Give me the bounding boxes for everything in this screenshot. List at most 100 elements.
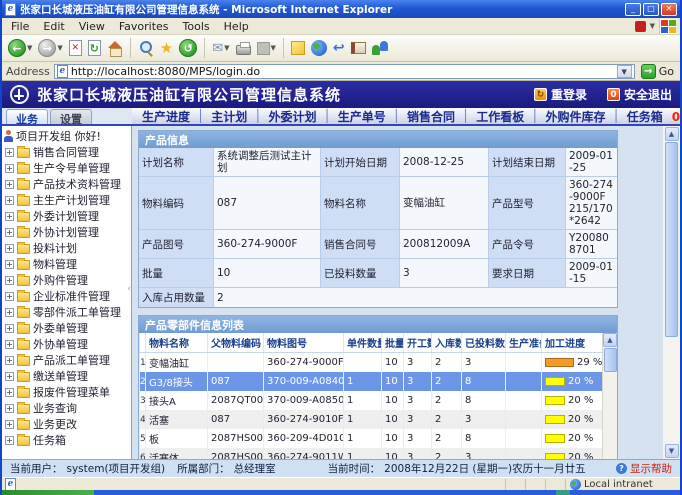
address-dropdown-icon[interactable]: ▼ bbox=[617, 65, 632, 78]
column-header[interactable]: 生产准备 bbox=[506, 333, 542, 353]
expand-icon[interactable]: + bbox=[5, 260, 14, 269]
expand-icon[interactable]: + bbox=[5, 388, 14, 397]
expand-icon[interactable]: + bbox=[5, 228, 14, 237]
expand-icon[interactable]: + bbox=[5, 340, 14, 349]
edit-button[interactable]: ▼ bbox=[255, 36, 278, 60]
mail-button[interactable]: ✉▼ bbox=[210, 36, 231, 60]
expand-icon[interactable]: + bbox=[5, 308, 14, 317]
menu-view[interactable]: View bbox=[72, 20, 112, 33]
menu-favorites[interactable]: Favorites bbox=[112, 20, 176, 33]
column-header[interactable]: 加工进度 bbox=[542, 333, 603, 353]
expand-icon[interactable]: + bbox=[5, 324, 14, 333]
sidebar-item[interactable]: +外委计划管理 bbox=[2, 208, 131, 224]
table-row[interactable]: 1变幅油缸360-274-9000F1032329 % bbox=[140, 353, 603, 373]
go-button[interactable]: → Go bbox=[639, 64, 676, 79]
scroll-up-icon[interactable]: ▲ bbox=[603, 333, 617, 347]
expand-icon[interactable]: + bbox=[5, 356, 14, 365]
nav-item[interactable]: 生产单号 bbox=[338, 108, 386, 124]
curved-arrow-button[interactable]: ↩ bbox=[331, 36, 347, 60]
column-header[interactable]: 单件数量 bbox=[344, 333, 382, 353]
table-row[interactable]: 5板2087HS002360-209-4D01011032820 % bbox=[140, 429, 603, 448]
scroll-down-icon[interactable]: ▼ bbox=[665, 444, 679, 458]
sidebar-item[interactable]: +外协计划管理 bbox=[2, 224, 131, 240]
expand-icon[interactable]: + bbox=[5, 244, 14, 253]
stop-button[interactable]: ✕ bbox=[67, 36, 84, 60]
expand-icon[interactable]: + bbox=[5, 196, 14, 205]
expand-icon[interactable]: + bbox=[5, 276, 14, 285]
nav-item[interactable]: 外委计划 bbox=[269, 108, 317, 124]
expand-icon[interactable]: + bbox=[5, 212, 14, 221]
column-header[interactable]: 入库数 bbox=[432, 333, 462, 353]
sidebar-item[interactable]: +零部件派工单管理 bbox=[2, 304, 131, 320]
expand-icon[interactable]: + bbox=[5, 148, 14, 157]
browser-globe-button[interactable] bbox=[309, 36, 329, 60]
sidebar-item[interactable]: +投料计划 bbox=[2, 240, 131, 256]
nav-item[interactable]: 工作看板 bbox=[476, 108, 524, 124]
show-help-link[interactable]: ? 显示帮助 bbox=[616, 461, 672, 476]
expand-icon[interactable]: + bbox=[5, 372, 14, 381]
scroll-up-icon[interactable]: ▲ bbox=[665, 127, 679, 141]
sidebar-item[interactable]: +报废件管理菜单 bbox=[2, 384, 131, 400]
minimize-button[interactable]: _ bbox=[625, 3, 641, 16]
adobe-pdf-icon[interactable] bbox=[635, 21, 646, 32]
sidebar-item[interactable]: +外委单管理 bbox=[2, 320, 131, 336]
nav-item[interactable]: 主计划 bbox=[211, 108, 247, 124]
home-button[interactable] bbox=[105, 36, 125, 60]
column-header[interactable]: 开工数 bbox=[404, 333, 432, 353]
nav-item[interactable]: 销售合同 bbox=[407, 108, 455, 124]
research-button[interactable] bbox=[349, 36, 368, 60]
table-row[interactable]: 6活塞体2087HS002360-274-9011W11032320 % bbox=[140, 448, 603, 459]
table-row[interactable]: 3接头A2087QT002370-009-A085011032820 % bbox=[140, 391, 603, 410]
column-header[interactable]: 物料名称 bbox=[146, 333, 208, 353]
sidebar-item[interactable]: +销售合同管理 bbox=[2, 144, 131, 160]
notes-button[interactable] bbox=[289, 36, 307, 60]
menu-file[interactable]: File bbox=[4, 20, 36, 33]
sidebar-item[interactable]: +产品派工单管理 bbox=[2, 352, 131, 368]
sidebar-item[interactable]: +业务查询 bbox=[2, 400, 131, 416]
sidebar-item[interactable]: +外协单管理 bbox=[2, 336, 131, 352]
nav-item[interactable]: 任务箱 bbox=[627, 108, 663, 124]
maximize-button[interactable]: □ bbox=[643, 3, 659, 16]
menu-help[interactable]: Help bbox=[217, 20, 256, 33]
expand-icon[interactable]: + bbox=[5, 180, 14, 189]
table-row[interactable]: 4活塞087360-274-9010F11032320 % bbox=[140, 410, 603, 429]
messenger-button[interactable] bbox=[370, 36, 390, 60]
search-button[interactable] bbox=[136, 36, 156, 60]
sidebar-collapse-handle[interactable]: ‹ bbox=[127, 284, 131, 294]
favorites-button[interactable]: ★ bbox=[158, 36, 175, 60]
tab-业务[interactable]: 业务 bbox=[6, 109, 48, 124]
column-header[interactable]: 物料图号 bbox=[264, 333, 344, 353]
menu-edit[interactable]: Edit bbox=[36, 20, 71, 33]
sidebar-item[interactable]: +生产令号单管理 bbox=[2, 160, 131, 176]
expand-icon[interactable]: + bbox=[5, 404, 14, 413]
page-vertical-scrollbar[interactable]: ▲ ▼ bbox=[663, 126, 680, 459]
sidebar-item[interactable]: +主生产计划管理 bbox=[2, 192, 131, 208]
parts-vertical-scrollbar[interactable]: ▲ ▼ bbox=[602, 333, 617, 459]
adobe-dropdown-icon[interactable]: ▼ bbox=[650, 22, 655, 30]
sidebar-item[interactable]: +外购件管理 bbox=[2, 272, 131, 288]
sidebar-item[interactable]: +产品技术资料管理 bbox=[2, 176, 131, 192]
sidebar-item[interactable]: +任务箱 bbox=[2, 432, 131, 448]
scrollbar-thumb[interactable] bbox=[665, 142, 678, 337]
forward-button[interactable]: →▼ bbox=[36, 36, 64, 60]
back-button[interactable]: ←▼ bbox=[6, 36, 34, 60]
sidebar-item[interactable]: +业务更改 bbox=[2, 416, 131, 432]
column-header[interactable]: 批量 bbox=[382, 333, 404, 353]
relogin-button[interactable]: ↻ 重登录 bbox=[534, 86, 587, 103]
table-row[interactable]: 2G3/8接头087370-009-A084011032820 % bbox=[140, 372, 603, 391]
tab-设置[interactable]: 设置 bbox=[50, 109, 92, 124]
nav-item[interactable]: 生产进度 bbox=[142, 108, 190, 124]
address-input[interactable] bbox=[71, 65, 614, 78]
scrollbar-thumb[interactable] bbox=[604, 348, 617, 372]
expand-icon[interactable]: + bbox=[5, 292, 14, 301]
close-button[interactable]: ✕ bbox=[661, 3, 677, 16]
menu-tools[interactable]: Tools bbox=[176, 20, 217, 33]
column-header[interactable]: 父物料编码 bbox=[208, 333, 264, 353]
logout-button[interactable]: 0 安全退出 bbox=[607, 86, 672, 103]
history-button[interactable]: ↺ bbox=[177, 36, 199, 60]
sidebar-item[interactable]: +企业标准件管理 bbox=[2, 288, 131, 304]
expand-icon[interactable]: + bbox=[5, 436, 14, 445]
start-button[interactable] bbox=[2, 490, 94, 495]
nav-item[interactable]: 外购件库存 bbox=[546, 108, 606, 124]
refresh-button[interactable]: ↻ bbox=[86, 36, 103, 60]
